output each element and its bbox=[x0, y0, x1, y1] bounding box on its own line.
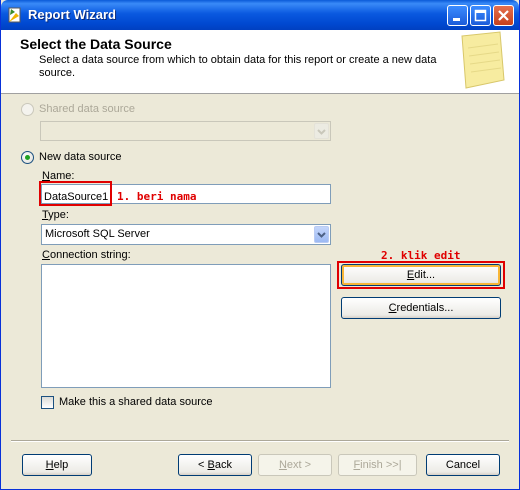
next-button[interactable]: Next > bbox=[258, 454, 332, 476]
radio-selected-dot bbox=[25, 155, 30, 160]
next-accesskey: N bbox=[278, 459, 287, 471]
shared-dropdown-button[interactable] bbox=[314, 123, 329, 139]
edit-button[interactable]: Edit... bbox=[341, 264, 501, 286]
connection-string-input[interactable] bbox=[42, 265, 330, 387]
report-wizard-window: Report Wizard Select the Data Source Sel… bbox=[0, 0, 520, 490]
connection-label-accesskey: C bbox=[42, 249, 50, 261]
connection-label-text: onnection string: bbox=[49, 249, 131, 261]
type-select[interactable]: Microsoft SQL Server bbox=[41, 224, 331, 245]
close-window-button[interactable] bbox=[493, 5, 514, 26]
shared-data-source-select[interactable] bbox=[40, 121, 331, 141]
shared-data-source-checkbox[interactable] bbox=[41, 396, 54, 409]
new-data-source-label: New data source bbox=[39, 151, 122, 163]
footer-divider bbox=[11, 440, 509, 442]
back-button[interactable]: < Back bbox=[178, 454, 252, 476]
back-label: ack bbox=[214, 459, 232, 471]
connection-string-label: Connection string: bbox=[42, 249, 131, 261]
shared-data-source-label: Shared data source bbox=[39, 103, 136, 115]
edit-label: dit... bbox=[414, 269, 436, 281]
chevron-down-icon bbox=[317, 232, 326, 238]
type-label-text: ype: bbox=[48, 209, 69, 221]
type-label: Type: bbox=[42, 209, 69, 221]
credentials-button[interactable]: Credentials... bbox=[341, 297, 501, 319]
maximize-icon bbox=[474, 9, 487, 22]
close-icon bbox=[498, 10, 509, 21]
finish-button[interactable]: Finish >>| bbox=[338, 454, 417, 476]
back-prefix: < bbox=[198, 459, 208, 471]
name-highlight-box bbox=[39, 181, 112, 206]
finish-label: inish >>| bbox=[360, 459, 402, 471]
report-wizard-icon bbox=[8, 7, 21, 23]
type-dropdown-button[interactable] bbox=[314, 226, 329, 243]
minimize-icon bbox=[453, 18, 460, 21]
help-accesskey: H bbox=[45, 459, 54, 471]
type-selected-value: Microsoft SQL Server bbox=[45, 228, 150, 240]
credentials-label: redentials... bbox=[396, 302, 454, 314]
connection-string-field[interactable] bbox=[41, 264, 331, 388]
minimize-button[interactable] bbox=[447, 5, 468, 26]
page-title: Select the Data Source bbox=[20, 36, 172, 52]
help-label: elp bbox=[53, 459, 69, 471]
back-accesskey: B bbox=[207, 459, 215, 471]
notepad-icon bbox=[461, 31, 505, 89]
next-label: ext > bbox=[286, 459, 312, 471]
maximize-button[interactable] bbox=[470, 5, 491, 26]
help-button[interactable]: Help bbox=[22, 454, 92, 476]
chevron-down-icon bbox=[317, 129, 326, 135]
title-bar[interactable]: Report Wizard bbox=[1, 0, 519, 30]
page-description: Select a data source from which to obtai… bbox=[39, 54, 437, 79]
shared-checkbox-label: Make this a shared data source bbox=[59, 396, 213, 408]
window-title: Report Wizard bbox=[28, 7, 116, 22]
name-annotation: 1. beri nama bbox=[117, 190, 197, 203]
shared-data-source-radio[interactable] bbox=[21, 103, 34, 116]
credentials-accesskey: C bbox=[388, 302, 397, 314]
wizard-header: Select the Data Source Select a data sou… bbox=[1, 30, 519, 94]
new-data-source-radio[interactable] bbox=[21, 151, 34, 164]
cancel-button[interactable]: Cancel bbox=[426, 454, 500, 476]
